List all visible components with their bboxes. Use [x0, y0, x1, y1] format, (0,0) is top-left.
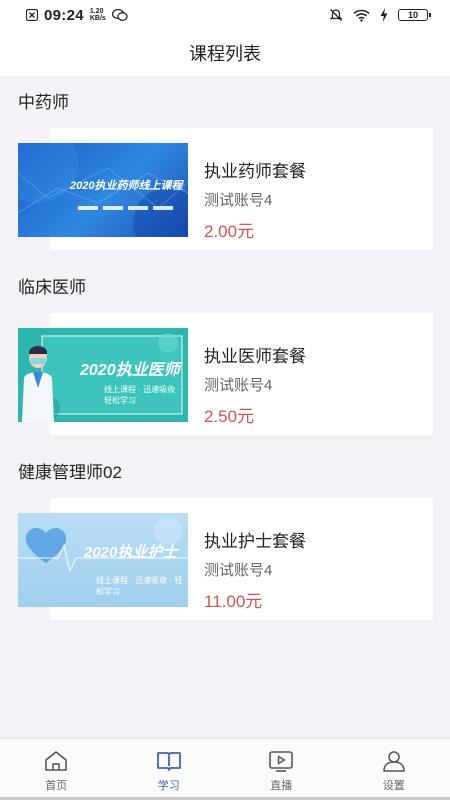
play-icon — [269, 751, 294, 772]
bottom-tab-bar: 首页 学习 直播 设置 — [0, 738, 450, 800]
section-title-linchuang: 临床医师 — [18, 278, 86, 297]
course-name: 执业护士套餐 — [204, 532, 306, 551]
tab-live-label: 直播 — [270, 780, 293, 792]
battery-indicator: 10 — [398, 9, 431, 21]
network-speed: 1.20 KB/s — [89, 8, 106, 22]
status-bar: 09:24 1.20 KB/s 10 — [0, 0, 450, 30]
charging-icon — [380, 8, 388, 22]
thumbnail-title: 2020执业医师 — [80, 362, 180, 379]
thumbnail-subtitle: 线上课程 · 迅速吸收 · 轻松学习 — [96, 576, 183, 596]
section-title-jiankang: 健康管理师02 — [18, 463, 122, 482]
wechat-icon — [111, 8, 128, 21]
course-price: 2.00元 — [204, 222, 255, 241]
tab-study[interactable]: 学习 — [112, 739, 225, 800]
thumbnail-title: 2020执业药师线上课程 — [70, 180, 183, 192]
course-thumbnail[interactable]: 2020执业医师 线上课程 · 迅速吸收 · 轻松学习 — [18, 328, 188, 422]
mute-icon — [329, 9, 343, 21]
user-icon — [382, 751, 405, 772]
course-account: 测试账号4 — [204, 562, 273, 579]
tab-home-label: 首页 — [45, 780, 68, 792]
home-icon — [45, 751, 68, 771]
status-time: 09:24 — [44, 6, 84, 24]
close-notification-icon — [26, 9, 38, 21]
course-account: 测试账号4 — [204, 192, 273, 209]
tab-settings[interactable]: 设置 — [337, 739, 450, 800]
tab-home[interactable]: 首页 — [0, 739, 113, 800]
course-thumbnail[interactable]: 2020执业护士 线上课程 · 迅速吸收 · 轻松学习 — [18, 513, 188, 607]
tab-study-label: 学习 — [157, 780, 180, 792]
course-info[interactable]: 执业护士套餐 测试账号4 11.00元 — [204, 527, 306, 612]
course-name: 执业药师套餐 — [204, 162, 306, 181]
thumbnail-title: 2020执业护士 — [84, 544, 178, 561]
course-price: 11.00元 — [204, 592, 263, 611]
section-title-zhongyaoshi: 中药师 — [18, 93, 69, 112]
tab-live[interactable]: 直播 — [225, 739, 338, 800]
course-name: 执业医师套餐 — [204, 347, 306, 366]
course-price: 2.50元 — [204, 407, 255, 426]
course-account: 测试账号4 — [204, 377, 273, 394]
course-info[interactable]: 执业药师套餐 测试账号4 2.00元 — [204, 157, 306, 242]
book-icon — [156, 752, 181, 771]
thumbnail-subtitle: 线上课程 · 迅速吸收 · 轻松学习 — [104, 385, 180, 405]
course-info[interactable]: 执业医师套餐 测试账号4 2.50元 — [204, 342, 306, 427]
page-header: 课程列表 — [0, 30, 450, 76]
wifi-icon — [353, 9, 370, 22]
tab-settings-label: 设置 — [382, 780, 405, 792]
page-title: 课程列表 — [189, 44, 261, 64]
course-thumbnail[interactable]: 2020执业药师线上课程 — [18, 143, 188, 237]
